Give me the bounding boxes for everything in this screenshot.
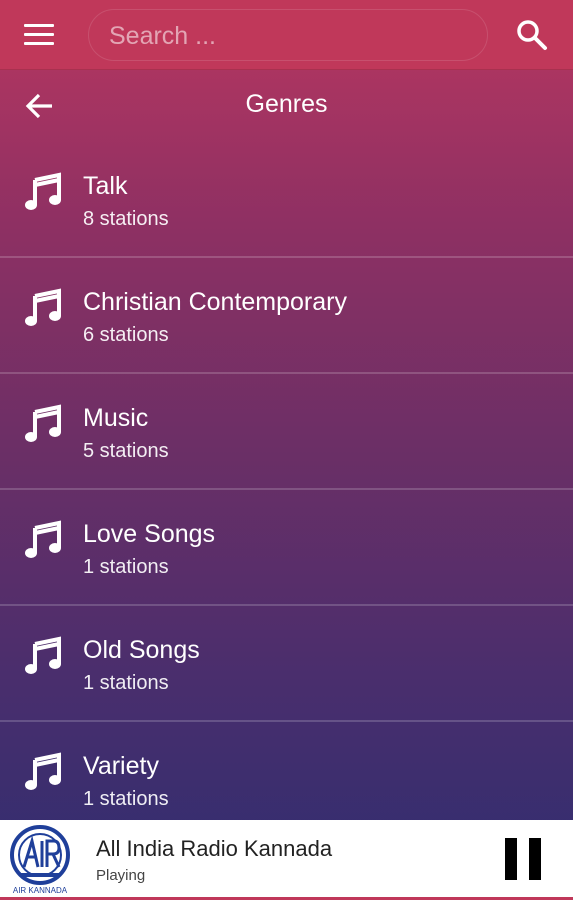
list-item[interactable]: Talk 8 stations bbox=[0, 142, 573, 258]
logo-text: AIR KANNADA bbox=[13, 886, 68, 895]
station-count: 1 stations bbox=[83, 788, 169, 810]
list-item[interactable]: Music 5 stations bbox=[0, 374, 573, 490]
genre-name: Old Songs bbox=[83, 636, 200, 664]
top-app-bar bbox=[0, 0, 573, 70]
list-item[interactable]: Christian Contemporary 6 stations bbox=[0, 258, 573, 374]
station-name: All India Radio Kannada bbox=[96, 836, 333, 861]
music-note-icon bbox=[25, 520, 61, 558]
music-note-icon bbox=[25, 172, 61, 210]
genre-name: Christian Contemporary bbox=[83, 288, 347, 316]
music-note-icon bbox=[25, 636, 61, 674]
playback-status: Playing bbox=[96, 867, 146, 884]
music-note-icon bbox=[25, 288, 61, 326]
station-count: 5 stations bbox=[83, 440, 169, 462]
music-note-icon bbox=[25, 404, 61, 442]
pause-icon[interactable] bbox=[503, 838, 543, 880]
genre-list: Talk 8 stations Christian Contemporary 6… bbox=[0, 142, 573, 820]
genre-name: Love Songs bbox=[83, 520, 216, 548]
station-count: 1 stations bbox=[83, 556, 169, 578]
list-item[interactable]: Old Songs 1 stations bbox=[0, 606, 573, 722]
station-count: 1 stations bbox=[83, 672, 169, 694]
search-input[interactable] bbox=[107, 18, 471, 54]
genre-name: Variety bbox=[83, 752, 159, 780]
now-playing-bar[interactable]: AIR KANNADA All India Radio Kannada Play… bbox=[0, 820, 573, 900]
search-box bbox=[88, 9, 488, 61]
page-header: Genres bbox=[0, 70, 573, 142]
list-item[interactable]: Variety 1 stations bbox=[0, 722, 573, 820]
station-logo: AIR KANNADA bbox=[10, 825, 70, 895]
music-note-icon bbox=[25, 752, 61, 790]
list-item[interactable]: Love Songs 1 stations bbox=[0, 490, 573, 606]
station-count: 8 stations bbox=[83, 208, 169, 230]
menu-icon[interactable] bbox=[22, 20, 58, 50]
page-title: Genres bbox=[245, 90, 328, 118]
genre-name: Music bbox=[83, 404, 149, 432]
station-count: 6 stations bbox=[83, 324, 169, 346]
genre-name: Talk bbox=[83, 172, 128, 200]
search-icon[interactable] bbox=[515, 18, 551, 52]
